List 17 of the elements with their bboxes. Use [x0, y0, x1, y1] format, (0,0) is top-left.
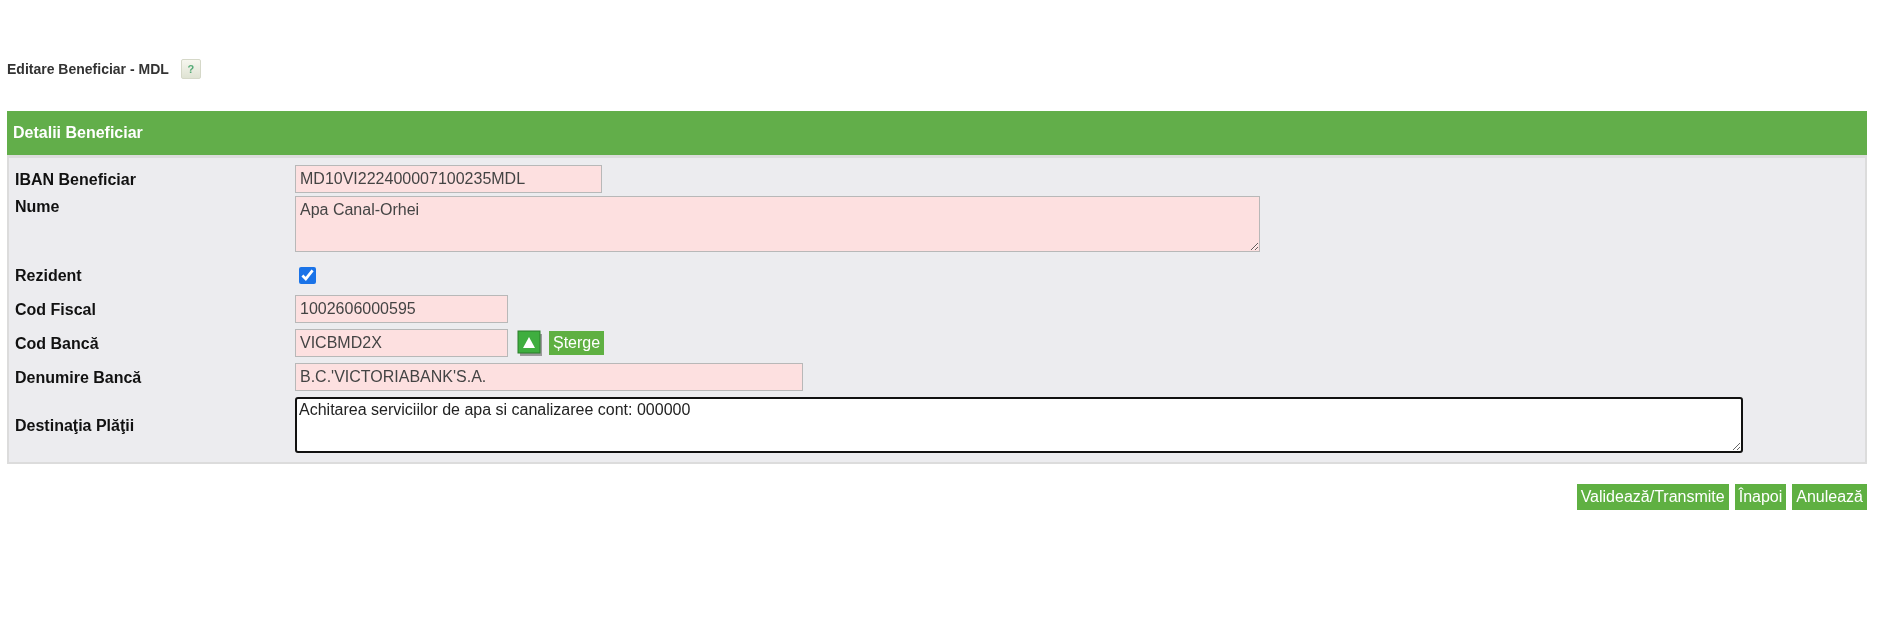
text-field[interactable]: 1002606000595 [295, 295, 508, 323]
field-label: Nume [15, 197, 61, 216]
text-field[interactable]: B.C.'VICTORIABANK'S.A. [295, 363, 803, 391]
field-label: Rezident [15, 266, 83, 285]
text-field[interactable]: MD10VI222400007100235MDL [295, 165, 602, 193]
checkbox[interactable] [299, 266, 316, 284]
field-label: Cod Bancă [15, 334, 100, 353]
field-label: Denumire Bancă [15, 368, 143, 387]
field-label: Cod Fiscal [15, 300, 97, 319]
page-title: Editare Beneficiar - MDL [7, 61, 169, 77]
field-label: IBAN Beneficiar [15, 170, 137, 189]
arrow-up-icon[interactable] [517, 329, 543, 357]
field-label: Destinaţia Plăţii [15, 416, 136, 435]
text-field[interactable]: VICBMD2X [295, 329, 508, 357]
panel-header: Detalii Beneficiar [7, 111, 1867, 155]
text-area[interactable]: Apa Canal-Orhei [295, 196, 1260, 252]
text-area[interactable]: Achitarea serviciilor de apa si canalizaree cont: 000000 [295, 397, 1743, 453]
